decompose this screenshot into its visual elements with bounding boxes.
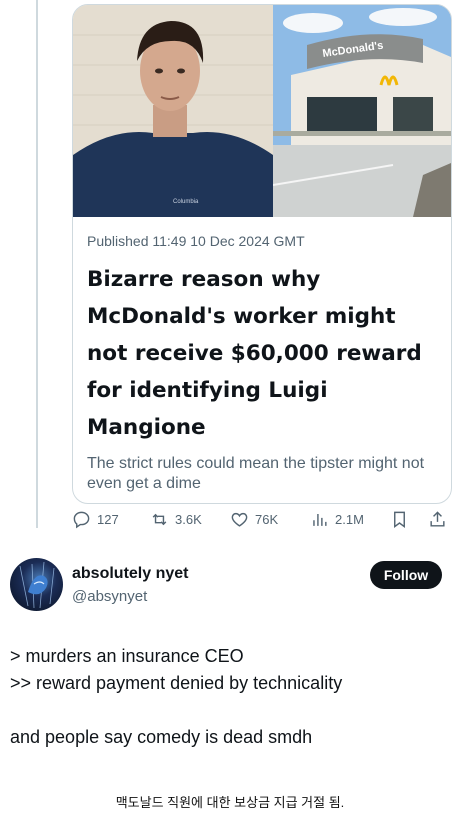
view-count: 2.1M bbox=[335, 512, 364, 527]
mugshot-photo: Columbia bbox=[73, 5, 273, 217]
tweet-author: absolutely nyet @absynyet Follow bbox=[10, 558, 450, 614]
article-subline: The strict rules could mean the tipster … bbox=[87, 455, 425, 492]
share-icon bbox=[430, 511, 445, 527]
display-name[interactable]: absolutely nyet bbox=[72, 565, 188, 583]
views-icon bbox=[313, 513, 327, 526]
tweet-line: >> reward payment denied by technicality bbox=[10, 673, 343, 693]
tweet-actions: 127 3.6K 76K 2.1M bbox=[72, 510, 452, 532]
tweet-line: > murders an insurance CEO bbox=[10, 646, 244, 666]
views-button[interactable]: 2.1M bbox=[310, 510, 364, 529]
thread-line bbox=[36, 0, 38, 528]
article-card[interactable]: Columbia McDonald's Published 11:49 10 D… bbox=[72, 4, 452, 504]
repost-button[interactable]: 3.6K bbox=[150, 510, 202, 529]
repost-count: 3.6K bbox=[175, 512, 202, 527]
like-count: 76K bbox=[255, 512, 279, 527]
shirt-brand-text: Columbia bbox=[173, 199, 199, 205]
tweet-body: > murders an insurance CEO >> reward pay… bbox=[10, 643, 342, 751]
article-headline[interactable]: Bizarre reason why McDonald's worker mig… bbox=[87, 261, 439, 446]
article-image: Columbia McDonald's bbox=[73, 5, 451, 217]
avatar[interactable] bbox=[10, 558, 63, 611]
restaurant-photo: McDonald's bbox=[273, 5, 451, 217]
published-date: Published 11:49 10 Dec 2024 GMT bbox=[87, 233, 305, 249]
tweet-line: and people say comedy is dead smdh bbox=[10, 727, 313, 747]
follow-button[interactable]: Follow bbox=[370, 561, 442, 589]
article-text: Published 11:49 10 Dec 2024 GMT Bizarre … bbox=[73, 217, 451, 494]
user-handle[interactable]: @absynyet bbox=[72, 588, 147, 605]
heart-icon bbox=[231, 512, 248, 527]
reply-icon bbox=[73, 511, 90, 529]
reply-button[interactable]: 127 bbox=[72, 510, 119, 529]
like-button[interactable]: 76K bbox=[230, 510, 278, 529]
bookmark-icon bbox=[394, 511, 405, 529]
image-caption: 맥도날드 직원에 대한 보상금 지급 거절 됨. bbox=[115, 795, 345, 810]
reply-count: 127 bbox=[97, 512, 119, 527]
share-button[interactable] bbox=[428, 510, 447, 529]
bookmark-button[interactable] bbox=[390, 510, 409, 529]
repost-icon bbox=[152, 513, 167, 526]
line-break bbox=[10, 697, 342, 724]
